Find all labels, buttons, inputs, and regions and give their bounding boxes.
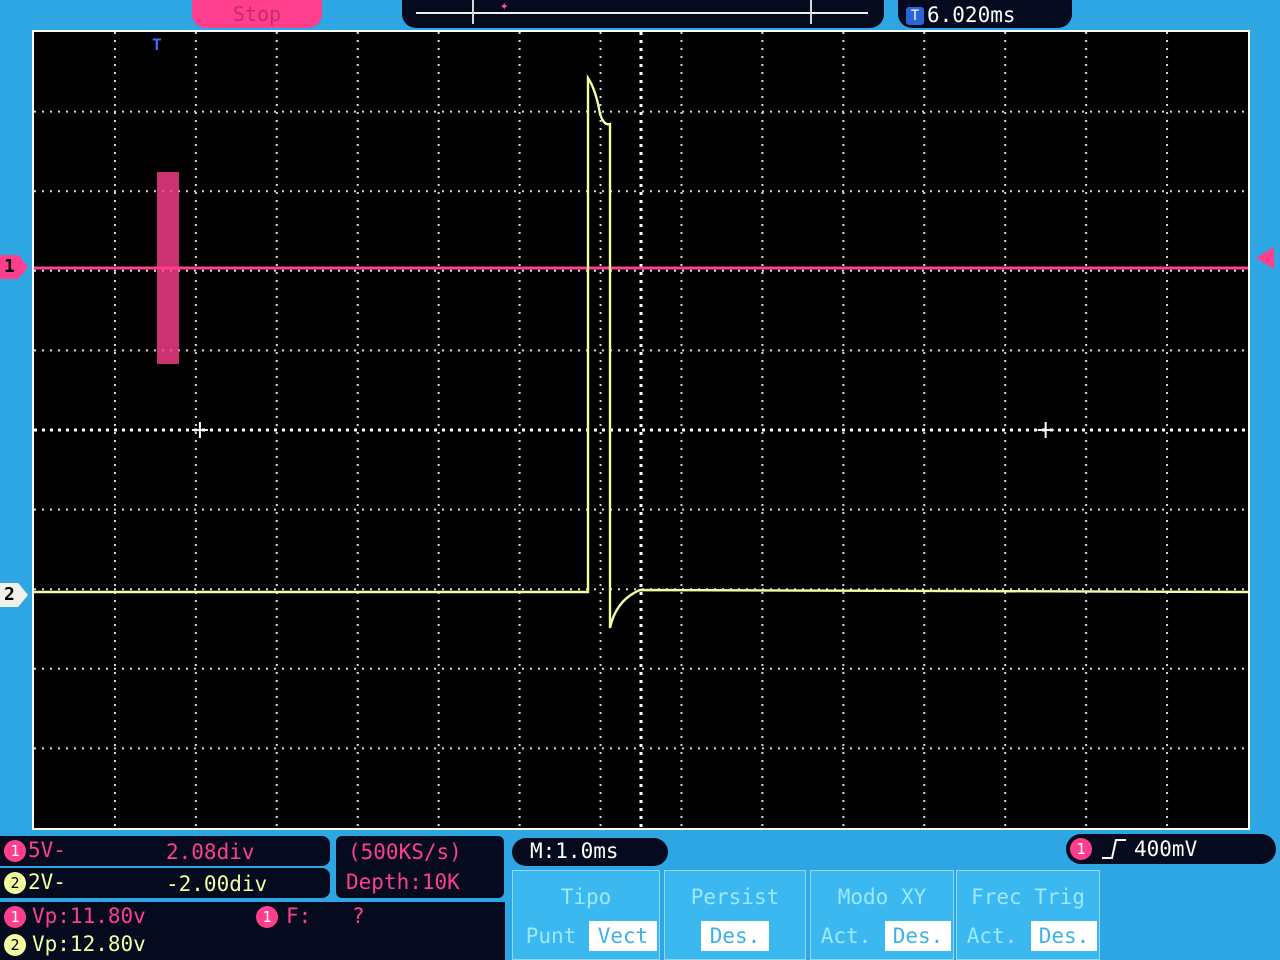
trigger-settings[interactable]: 1 400mV: [1066, 834, 1276, 864]
acquisition-info: (500KS/s) Depth:10K: [336, 836, 504, 898]
memory-depth: Depth:10K: [346, 870, 460, 894]
menu-tipo-title: Tipo: [560, 885, 612, 909]
menu-tipo-option-vect[interactable]: Vect: [589, 921, 657, 951]
ch2-settings[interactable]: 2 2V- -2.00div: [0, 868, 330, 898]
trigger-level-marker[interactable]: [1256, 247, 1274, 269]
waveform-canvas: T: [34, 32, 1248, 828]
trigger-source-badge: 1: [1070, 838, 1092, 860]
ch1-position: 2.08div: [166, 840, 255, 864]
ch1-freq-value: ?: [352, 904, 365, 928]
cursor-cross: [1037, 422, 1054, 438]
menu-tipo-option-punt[interactable]: Punt: [517, 921, 585, 951]
ch2-level-marker[interactable]: 2: [0, 583, 28, 607]
menu-frec-trig-option-des[interactable]: Des.: [1031, 921, 1097, 951]
ch1-settings[interactable]: 1 5V- 2.08div: [0, 836, 330, 866]
trigger-icon: T: [906, 7, 924, 25]
window-start-tick: [472, 0, 474, 24]
ch1-badge: 1: [256, 906, 278, 928]
trigger-position-marker: ✦: [500, 0, 509, 14]
trigger-time-value: 6.020ms: [927, 3, 1016, 27]
cursor-cross: [191, 422, 208, 438]
trigger-level-value: 400mV: [1134, 837, 1198, 861]
ch2-vpp: Vp:12.80v: [32, 932, 146, 956]
ch1-freq-label: F:: [286, 904, 312, 928]
menu-modo-xy[interactable]: Modo XY Act. Des.: [810, 870, 954, 960]
timebase-value: M:1.0ms: [530, 839, 619, 863]
window-end-tick: [810, 0, 812, 24]
measurements-panel: 1 Vp:11.80v 1 F: ? 2 Vp:12.80v: [0, 902, 505, 960]
menu-modo-xy-option-des[interactable]: Des.: [885, 921, 951, 951]
memory-track: [416, 12, 868, 14]
menu-persist[interactable]: Persist Des.: [664, 870, 806, 960]
memory-position-bar: ✦: [402, 0, 884, 28]
ch1-badge: 1: [4, 906, 26, 928]
trigger-time-offset: T 6.020ms: [898, 0, 1072, 28]
menu-frec-trig-option-act[interactable]: Act.: [959, 921, 1025, 951]
menu-frec-trig[interactable]: Frec Trig Act. Des.: [956, 870, 1100, 960]
menu-frec-trig-title: Frec Trig: [971, 885, 1085, 909]
rising-edge-icon: [1102, 839, 1126, 859]
timebase[interactable]: M:1.0ms: [512, 838, 668, 866]
ch2-badge: 2: [4, 872, 26, 894]
ch2-position: -2.00div: [166, 872, 268, 896]
menu-tipo[interactable]: Tipo Punt Vect: [512, 870, 660, 960]
trigger-point-icon: T: [152, 35, 162, 54]
menu-modo-xy-title: Modo XY: [837, 885, 927, 909]
ch2-badge: 2: [4, 934, 26, 956]
run-stop-indicator[interactable]: Stop: [192, 0, 322, 28]
ch1-level-marker[interactable]: 1: [0, 255, 28, 279]
menu-persist-title: Persist: [690, 885, 780, 909]
sample-rate: (500KS/s): [348, 840, 462, 864]
ch1-scale: 5V-: [28, 838, 66, 862]
menu-persist-option-des[interactable]: Des.: [701, 921, 769, 951]
ch1-vpp: Vp:11.80v: [32, 904, 146, 928]
ch1-badge: 1: [4, 840, 26, 862]
waveform-display: T: [32, 30, 1250, 830]
menu-modo-xy-option-act[interactable]: Act.: [813, 921, 879, 951]
ch2-scale: 2V-: [28, 870, 66, 894]
